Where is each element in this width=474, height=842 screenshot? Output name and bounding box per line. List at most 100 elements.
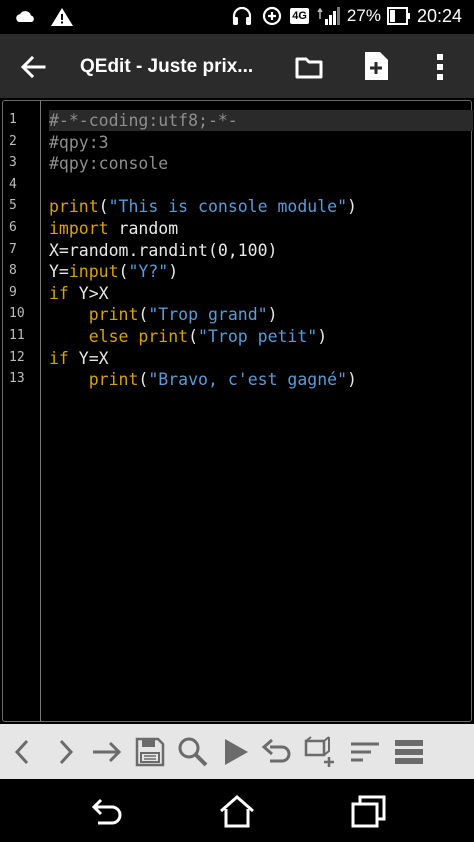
data-saver-icon (263, 6, 282, 26)
code-token: #qpy:console (49, 154, 169, 174)
warning-icon (51, 8, 73, 26)
code-line[interactable]: 4 (3, 175, 471, 197)
nav-back-icon[interactable] (86, 793, 126, 829)
code-text[interactable]: Y=input("Y?") (49, 261, 178, 282)
code-token: "Bravo, c'est gagné" (148, 370, 348, 390)
code-token: print (49, 197, 99, 217)
code-token: import (49, 218, 109, 238)
cursor-right-icon[interactable] (48, 735, 82, 769)
code-token: "Trop petit" (198, 326, 318, 346)
code-editor[interactable]: 1 #-*-coding:utf8;-*- 2 #qpy:3 3 #qpy:console… (2, 100, 473, 722)
code-token: ) (347, 197, 357, 217)
code-text[interactable]: #-*-coding:utf8;-*- (49, 110, 238, 131)
code-line[interactable]: 9 if Y>X (3, 283, 471, 305)
line-number: 13 (9, 371, 25, 387)
code-token: ) (168, 262, 179, 282)
nav-home-icon[interactable] (217, 793, 257, 829)
code-text[interactable]: else print("Trop petit") (49, 326, 327, 347)
line-number: 11 (9, 327, 25, 343)
signal-icon (317, 7, 340, 25)
format-icon[interactable] (392, 735, 426, 769)
save-icon[interactable] (133, 735, 167, 769)
headset-icon (233, 6, 252, 25)
code-text[interactable]: print("Trop grand") (49, 304, 278, 325)
code-line[interactable]: 2 #qpy:3 (3, 132, 471, 154)
line-number: 12 (9, 349, 25, 365)
code-token: "Trop grand" (148, 305, 268, 325)
code-token: ( (98, 197, 109, 217)
code-token: ) (267, 305, 278, 325)
code-line[interactable]: 6 import random (3, 218, 471, 240)
code-text[interactable]: if Y=X (49, 348, 109, 369)
code-line[interactable]: 8 Y=input("Y?") (3, 261, 471, 283)
overflow-menu-icon[interactable] (430, 51, 450, 83)
line-number: 6 (9, 219, 17, 235)
code-token: ) (347, 370, 357, 390)
code-token: if (49, 348, 69, 368)
code-text[interactable]: print("This is console module") (49, 196, 357, 217)
code-token: Y=X (68, 348, 109, 368)
code-token: if (49, 283, 69, 303)
cursor-left-icon[interactable] (6, 735, 40, 769)
page-title: QEdit - Juste prix... (80, 56, 254, 77)
code-token: ( (118, 262, 129, 282)
code-token: print (88, 305, 139, 325)
code-token: "This is console module" (108, 197, 348, 217)
status-bar: 4G 27% 20:24 (0, 0, 474, 34)
code-token: else print (88, 326, 189, 346)
line-number: 4 (9, 176, 17, 192)
run-icon[interactable] (218, 735, 252, 769)
code-token: Y>X (68, 283, 109, 303)
code-token: "Y?" (128, 262, 169, 282)
battery-percent: 27% (346, 6, 381, 25)
code-line[interactable]: 1 #-*-coding:utf8;-*- (3, 110, 471, 132)
snippet-icon[interactable] (302, 735, 336, 769)
code-token: ) (317, 326, 328, 346)
undo-icon[interactable] (260, 735, 294, 769)
code-text[interactable]: X=random.randint(0,100) (49, 240, 277, 261)
line-number: 7 (9, 241, 17, 257)
code-token: ( (138, 305, 149, 325)
code-token: Y= (49, 262, 69, 282)
cloud-icon (16, 11, 34, 22)
new-file-icon[interactable] (362, 50, 390, 82)
back-arrow-icon[interactable] (18, 52, 48, 82)
code-lines[interactable]: 1 #-*-coding:utf8;-*- 2 #qpy:3 3 #qpy:console… (3, 110, 471, 391)
indent-icon[interactable] (348, 735, 382, 769)
line-number: 3 (9, 155, 17, 171)
code-line[interactable]: 5 print("This is console module") (3, 196, 471, 218)
code-text[interactable]: import random (49, 218, 178, 239)
nav-recents-icon[interactable] (349, 793, 389, 829)
code-token: print (88, 370, 139, 390)
code-token: input (68, 262, 119, 282)
code-text[interactable]: #qpy:3 (49, 132, 109, 153)
code-text[interactable]: print("Bravo, c'est gagné") (49, 369, 357, 390)
battery-icon (386, 7, 410, 25)
code-text[interactable]: #qpy:console (49, 153, 168, 174)
code-line[interactable]: 3 #qpy:console (3, 153, 471, 175)
code-text[interactable]: if Y>X (49, 283, 109, 304)
code-line[interactable]: 11 else print("Trop petit") (3, 326, 471, 348)
line-number: 8 (9, 263, 17, 279)
editor-toolbar (0, 724, 474, 779)
folder-icon[interactable] (294, 52, 324, 82)
code-line[interactable]: 7 X=random.randint(0,100) (3, 240, 471, 262)
line-number: 1 (9, 112, 17, 127)
line-number: 9 (9, 284, 17, 300)
code-token: random (108, 218, 179, 238)
code-token: #-*-coding:utf8;-*- (49, 111, 238, 130)
code-line[interactable]: 10 print("Trop grand") (3, 304, 471, 326)
code-token: #qpy:3 (49, 132, 109, 152)
goto-line-icon[interactable] (90, 735, 124, 769)
line-number: 10 (9, 306, 25, 322)
app-bar: QEdit - Juste prix... (0, 34, 474, 98)
code-token: ( (138, 370, 149, 390)
code-line[interactable]: 12 if Y=X (3, 348, 471, 370)
code-line[interactable]: 13 print("Bravo, c'est gagné") (3, 369, 471, 391)
search-icon[interactable] (176, 735, 210, 769)
line-number: 2 (9, 133, 17, 149)
code-token: ( (188, 326, 199, 346)
